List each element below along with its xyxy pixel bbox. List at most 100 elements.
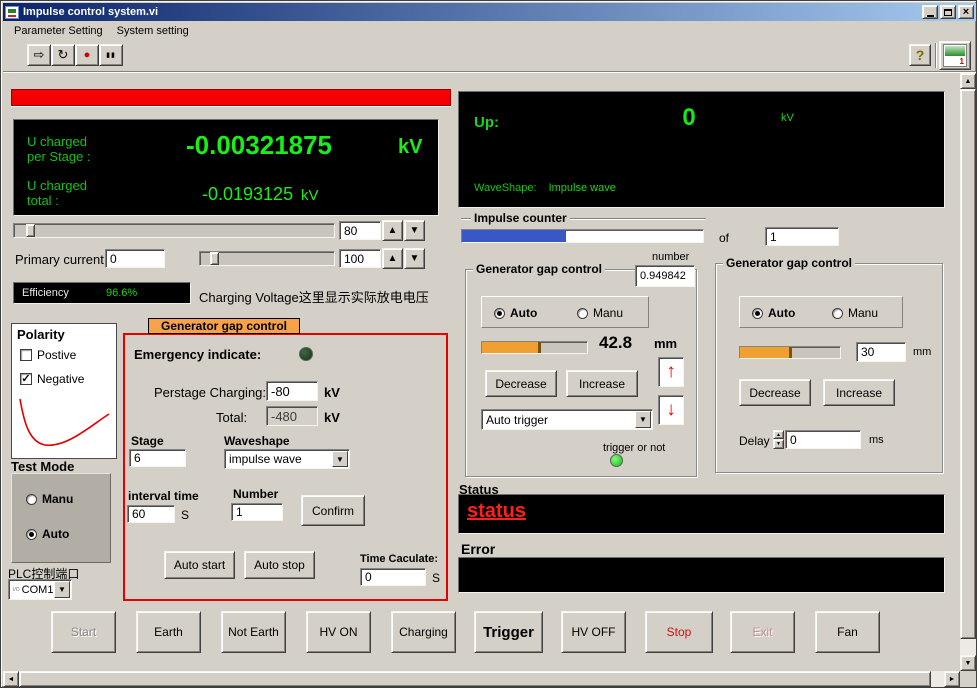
impulse-counter-total-field[interactable]: 1 xyxy=(765,227,839,246)
gap-mid-slider-handle[interactable] xyxy=(538,342,541,353)
run-button[interactable]: ⇨ xyxy=(27,44,51,66)
scroll-down-button[interactable]: ▼ xyxy=(960,655,976,671)
trigger-mode-dropdown[interactable]: Auto trigger ▼ xyxy=(481,409,653,430)
horizontal-scroll-thumb[interactable] xyxy=(19,671,931,687)
scroll-up-button[interactable]: ▲ xyxy=(960,73,976,89)
scroll-left-button[interactable]: ◄ xyxy=(3,671,19,687)
start-button[interactable]: Start xyxy=(51,611,116,653)
horizontal-scrollbar[interactable]: ◄ ► xyxy=(3,671,960,687)
radio-icon[interactable] xyxy=(577,308,588,319)
pause-button[interactable]: ▮▮ xyxy=(99,44,123,66)
dropdown-arrow-icon[interactable]: ▼ xyxy=(332,451,348,467)
plc-port-dropdown[interactable]: I/O COM1 ▼ xyxy=(8,579,72,600)
scroll-right-button[interactable]: ► xyxy=(944,671,960,687)
current-setpoint-slider-thumb[interactable] xyxy=(210,252,219,265)
confirm-button[interactable]: Confirm xyxy=(301,495,365,526)
positive-checkbox[interactable] xyxy=(20,349,32,361)
earth-button[interactable]: Earth xyxy=(136,611,201,653)
auto-start-button[interactable]: Auto start xyxy=(164,551,235,579)
gap-right-slider[interactable] xyxy=(739,346,841,359)
scroll-down-icon: ▼ xyxy=(965,660,972,667)
vertical-scroll-thumb[interactable] xyxy=(960,89,976,639)
gap-mid-decrease-button[interactable]: Decrease xyxy=(485,370,557,397)
radio-icon[interactable] xyxy=(752,308,763,319)
scrollbar-corner xyxy=(960,671,976,687)
up-label: Up: xyxy=(474,114,499,131)
perstage-charging-field[interactable]: -80 xyxy=(266,381,318,401)
gap-mid-increase-button[interactable]: Increase xyxy=(566,370,638,397)
dropdown-arrow-icon[interactable]: ▼ xyxy=(635,411,651,428)
run-continuous-icon: ↻ xyxy=(58,47,69,63)
current-decrement-button[interactable]: ▼ xyxy=(404,248,425,269)
radio-icon[interactable] xyxy=(26,494,37,505)
radio-icon[interactable] xyxy=(26,529,37,540)
app-window: Impulse control system.vi × Parameter Se… xyxy=(0,0,977,688)
impulse-number-label: Number xyxy=(233,487,278,501)
gap-right-value-field[interactable]: 30 xyxy=(856,342,906,362)
vi-icon[interactable]: 1 xyxy=(939,41,971,70)
current-setpoint-field[interactable]: 100 xyxy=(339,249,381,268)
interval-time-field[interactable]: 60 xyxy=(127,505,175,523)
waveshape-dropdown[interactable]: impulse wave ▼ xyxy=(224,449,350,469)
exit-button[interactable]: Exit xyxy=(730,611,795,653)
voltage-increment-button[interactable]: ▲ xyxy=(382,220,403,241)
gap-control-mid-title: Generator gap control xyxy=(473,262,605,276)
radio-icon[interactable] xyxy=(832,308,843,319)
impulse-number-field[interactable]: 1 xyxy=(231,503,283,521)
negative-checkbox[interactable]: ✓ xyxy=(20,373,32,385)
maximize-icon xyxy=(944,9,952,16)
delay-spinner-down[interactable]: ▼ xyxy=(773,439,784,449)
voltage-setpoint-field[interactable]: 80 xyxy=(339,221,381,240)
gap-mid-auto-radio[interactable]: Auto xyxy=(494,306,537,320)
not-earth-button[interactable]: Not Earth xyxy=(221,611,286,653)
test-mode-auto-radio[interactable]: Auto xyxy=(26,527,69,541)
titlebar[interactable]: Impulse control system.vi × xyxy=(3,3,976,21)
hv-on-button[interactable]: HV ON xyxy=(306,611,371,653)
voltage-setpoint-slider[interactable] xyxy=(13,223,335,238)
abort-button[interactable]: ● xyxy=(75,44,99,66)
maximize-button[interactable] xyxy=(940,5,956,19)
gap-mid-slider[interactable] xyxy=(481,341,588,354)
trigger-button[interactable]: Trigger xyxy=(474,611,543,653)
window-title: Impulse control system.vi xyxy=(23,6,920,18)
waveshape-label: WaveShape: xyxy=(474,182,537,194)
gap-right-slider-handle[interactable] xyxy=(789,347,792,358)
vertical-scrollbar[interactable]: ▲ ▼ xyxy=(960,73,976,671)
spinner-down-icon: ▼ xyxy=(776,441,781,447)
gap-right-manu-radio[interactable]: Manu xyxy=(832,306,878,320)
stop-button[interactable]: Stop xyxy=(645,611,713,653)
run-continuous-button[interactable]: ↻ xyxy=(51,44,75,66)
menu-item-parameter-setting[interactable]: Parameter Setting xyxy=(7,23,110,39)
radio-icon[interactable] xyxy=(494,308,505,319)
positive-label: Postive xyxy=(37,348,76,362)
dropdown-arrow-icon[interactable]: ▼ xyxy=(54,581,70,598)
charging-button[interactable]: Charging xyxy=(391,611,456,653)
current-setpoint-slider[interactable] xyxy=(199,251,335,266)
gap-right-decrease-button[interactable]: Decrease xyxy=(739,379,811,406)
vi-icon-wave xyxy=(945,46,965,56)
gap-mid-manu-radio[interactable]: Manu xyxy=(577,306,623,320)
gap-right-increase-button[interactable]: Increase xyxy=(823,379,895,406)
close-button[interactable]: × xyxy=(958,5,974,19)
total-field: -480 xyxy=(266,406,318,426)
voltage-setpoint-slider-thumb[interactable] xyxy=(26,224,35,237)
charge-display: U charged per Stage : -0.00321875 kV U c… xyxy=(13,119,439,216)
stage-field[interactable]: 6 xyxy=(129,449,186,467)
test-mode-manu-radio[interactable]: Manu xyxy=(26,492,73,506)
auto-stop-button[interactable]: Auto stop xyxy=(244,551,315,579)
gap-right-auto-radio[interactable]: Auto xyxy=(752,306,795,320)
current-increment-button[interactable]: ▲ xyxy=(382,248,403,269)
charging-label: Charging xyxy=(399,625,448,639)
minimize-button[interactable] xyxy=(922,5,938,19)
hv-off-button[interactable]: HV OFF xyxy=(561,611,626,653)
test-mode-title: Test Mode xyxy=(11,459,74,474)
u-charged-total-label: U charged total : xyxy=(27,178,87,208)
delay-field[interactable]: 0 xyxy=(785,430,861,449)
menu-item-system-setting[interactable]: System setting xyxy=(110,23,196,39)
fan-button[interactable]: Fan xyxy=(815,611,880,653)
help-button[interactable]: ? xyxy=(909,44,931,66)
total-value: -480 xyxy=(271,409,297,424)
gap-mid-manu-label: Manu xyxy=(593,306,623,320)
voltage-decrement-button[interactable]: ▼ xyxy=(404,220,425,241)
delay-spinner-up[interactable]: ▲ xyxy=(773,430,784,439)
